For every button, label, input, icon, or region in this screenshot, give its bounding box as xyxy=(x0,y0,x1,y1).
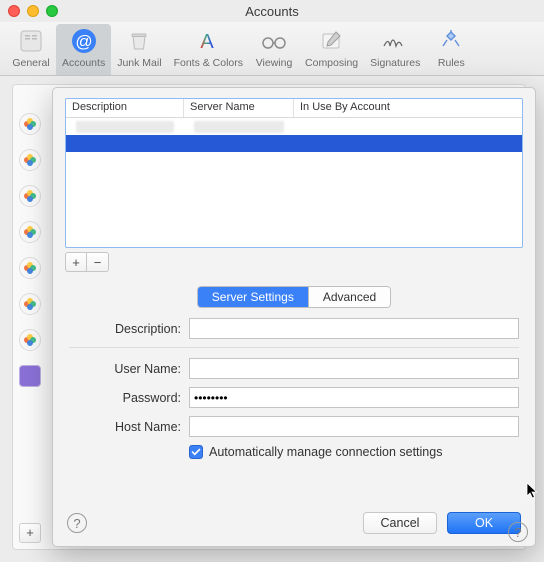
description-label: Description: xyxy=(69,322,181,336)
username-field[interactable] xyxy=(189,358,519,379)
toolbar-rules[interactable]: Rules xyxy=(426,24,476,75)
servers-table: Description Server Name In Use By Accoun… xyxy=(65,98,523,248)
at-icon: @ xyxy=(69,26,99,56)
server-settings-sheet: Description Server Name In Use By Accoun… xyxy=(52,87,536,547)
cursor-icon xyxy=(526,482,540,500)
auto-manage-label: Automatically manage connection settings xyxy=(209,445,442,459)
toolbar-viewing[interactable]: Viewing xyxy=(249,24,299,75)
password-label: Password: xyxy=(69,391,181,405)
tab-server-settings[interactable]: Server Settings xyxy=(198,287,308,307)
cancel-button[interactable]: Cancel xyxy=(363,512,437,534)
zoom-window-button[interactable] xyxy=(46,5,58,17)
add-account-button[interactable]: + xyxy=(19,523,41,543)
toolbar-junk[interactable]: Junk Mail xyxy=(111,24,167,75)
account-list-item[interactable] xyxy=(19,365,41,387)
rules-icon xyxy=(436,26,466,56)
hostname-label: Host Name: xyxy=(69,420,181,434)
window-title: Accounts xyxy=(0,4,544,19)
hostname-field[interactable] xyxy=(189,416,519,437)
svg-text:A: A xyxy=(201,31,215,53)
toolbar-label: Accounts xyxy=(62,57,105,69)
table-row[interactable] xyxy=(66,135,522,152)
checkbox-checked-icon[interactable] xyxy=(189,445,203,459)
toolbar-label: General xyxy=(12,57,49,69)
account-list-item[interactable] xyxy=(19,329,41,351)
password-field[interactable] xyxy=(189,387,519,408)
account-list-item[interactable] xyxy=(19,293,41,315)
trash-icon xyxy=(124,26,154,56)
toolbar-label: Fonts & Colors xyxy=(174,57,243,69)
account-list-item[interactable] xyxy=(19,113,41,135)
table-header: Description Server Name In Use By Accoun… xyxy=(66,99,522,118)
remove-server-button[interactable]: − xyxy=(87,252,109,272)
general-icon xyxy=(16,26,46,56)
toolbar-composing[interactable]: Composing xyxy=(299,24,364,75)
toolbar-label: Composing xyxy=(305,57,358,69)
description-field[interactable] xyxy=(189,318,519,339)
window-controls xyxy=(8,5,58,17)
toolbar-label: Signatures xyxy=(370,57,420,69)
svg-text:@: @ xyxy=(75,32,92,51)
column-header-description[interactable]: Description xyxy=(66,99,184,117)
toolbar-label: Junk Mail xyxy=(117,57,161,69)
fonts-icon: A xyxy=(193,26,223,56)
column-header-inuse[interactable]: In Use By Account xyxy=(294,99,522,117)
column-header-server[interactable]: Server Name xyxy=(184,99,294,117)
help-button[interactable]: ? xyxy=(67,513,87,533)
account-list-item[interactable] xyxy=(19,185,41,207)
sheet-footer: ? Cancel OK xyxy=(53,500,535,546)
preferences-toolbar: General @ Accounts Junk Mail A Fonts & C… xyxy=(0,22,544,76)
glasses-icon xyxy=(259,26,289,56)
signature-icon xyxy=(380,26,410,56)
toolbar-fonts[interactable]: A Fonts & Colors xyxy=(168,24,249,75)
username-label: User Name: xyxy=(69,362,181,376)
divider xyxy=(69,347,519,348)
toolbar-general[interactable]: General xyxy=(6,24,56,75)
help-button[interactable]: ? xyxy=(508,522,528,542)
toolbar-signatures[interactable]: Signatures xyxy=(364,24,426,75)
close-window-button[interactable] xyxy=(8,5,20,17)
toolbar-accounts[interactable]: @ Accounts xyxy=(56,24,111,75)
table-body[interactable] xyxy=(66,118,522,247)
compose-icon xyxy=(317,26,347,56)
account-list-item[interactable] xyxy=(19,221,41,243)
toolbar-label: Rules xyxy=(438,57,465,69)
account-list-item[interactable] xyxy=(19,149,41,171)
tabs-segmented-control: Server Settings Advanced xyxy=(197,286,391,308)
minimize-window-button[interactable] xyxy=(27,5,39,17)
add-remove-buttons: + − xyxy=(65,252,523,272)
title-bar: Accounts xyxy=(0,0,544,22)
add-server-button[interactable]: + xyxy=(65,252,87,272)
tab-advanced[interactable]: Advanced xyxy=(308,287,390,307)
account-list-item[interactable] xyxy=(19,257,41,279)
toolbar-label: Viewing xyxy=(256,57,293,69)
auto-manage-row[interactable]: Automatically manage connection settings xyxy=(189,445,519,459)
table-row[interactable] xyxy=(66,118,522,135)
server-form: Description: User Name: Password: Host N… xyxy=(69,318,519,459)
